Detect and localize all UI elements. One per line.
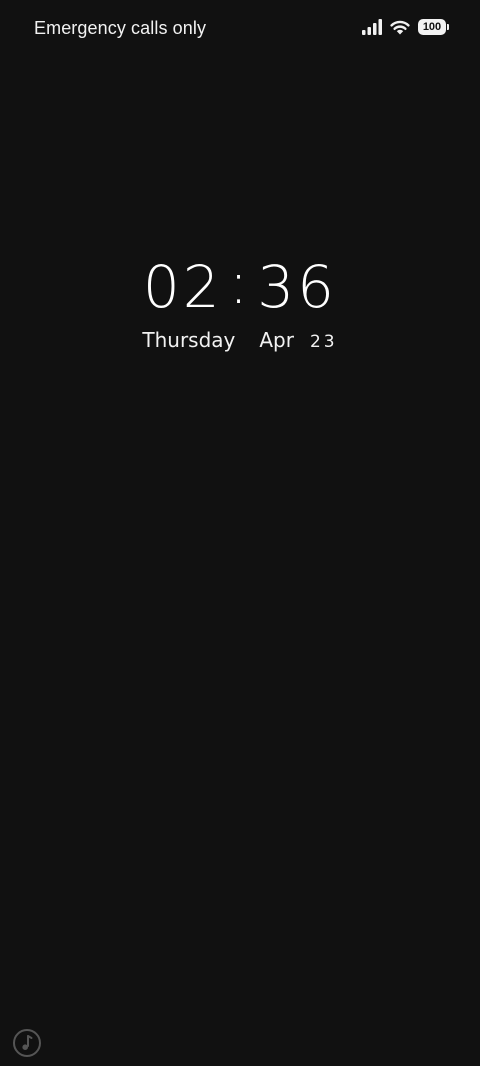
date-month: Apr: [259, 328, 294, 352]
battery-indicator: 100: [418, 19, 449, 35]
clock-hours: 02: [142, 253, 223, 321]
lock-screen: Emergency calls only 100 02:36 Thursday …: [0, 0, 480, 1066]
carrier-status: Emergency calls only: [34, 18, 207, 38]
date-weekday: Thursday: [142, 328, 236, 352]
wifi-icon: [390, 19, 410, 35]
music-note-icon[interactable]: [12, 1028, 42, 1058]
lock-clock: 02:36: [0, 249, 480, 322]
date-day: 23: [309, 332, 338, 352]
clock-separator: :: [228, 249, 252, 317]
signal-bars-icon: [362, 19, 382, 35]
status-icons: 100: [362, 19, 449, 35]
clock-minutes: 36: [257, 253, 338, 321]
status-bar: Emergency calls only 100: [0, 0, 480, 58]
lock-date: Thursday Apr 23: [0, 328, 480, 352]
